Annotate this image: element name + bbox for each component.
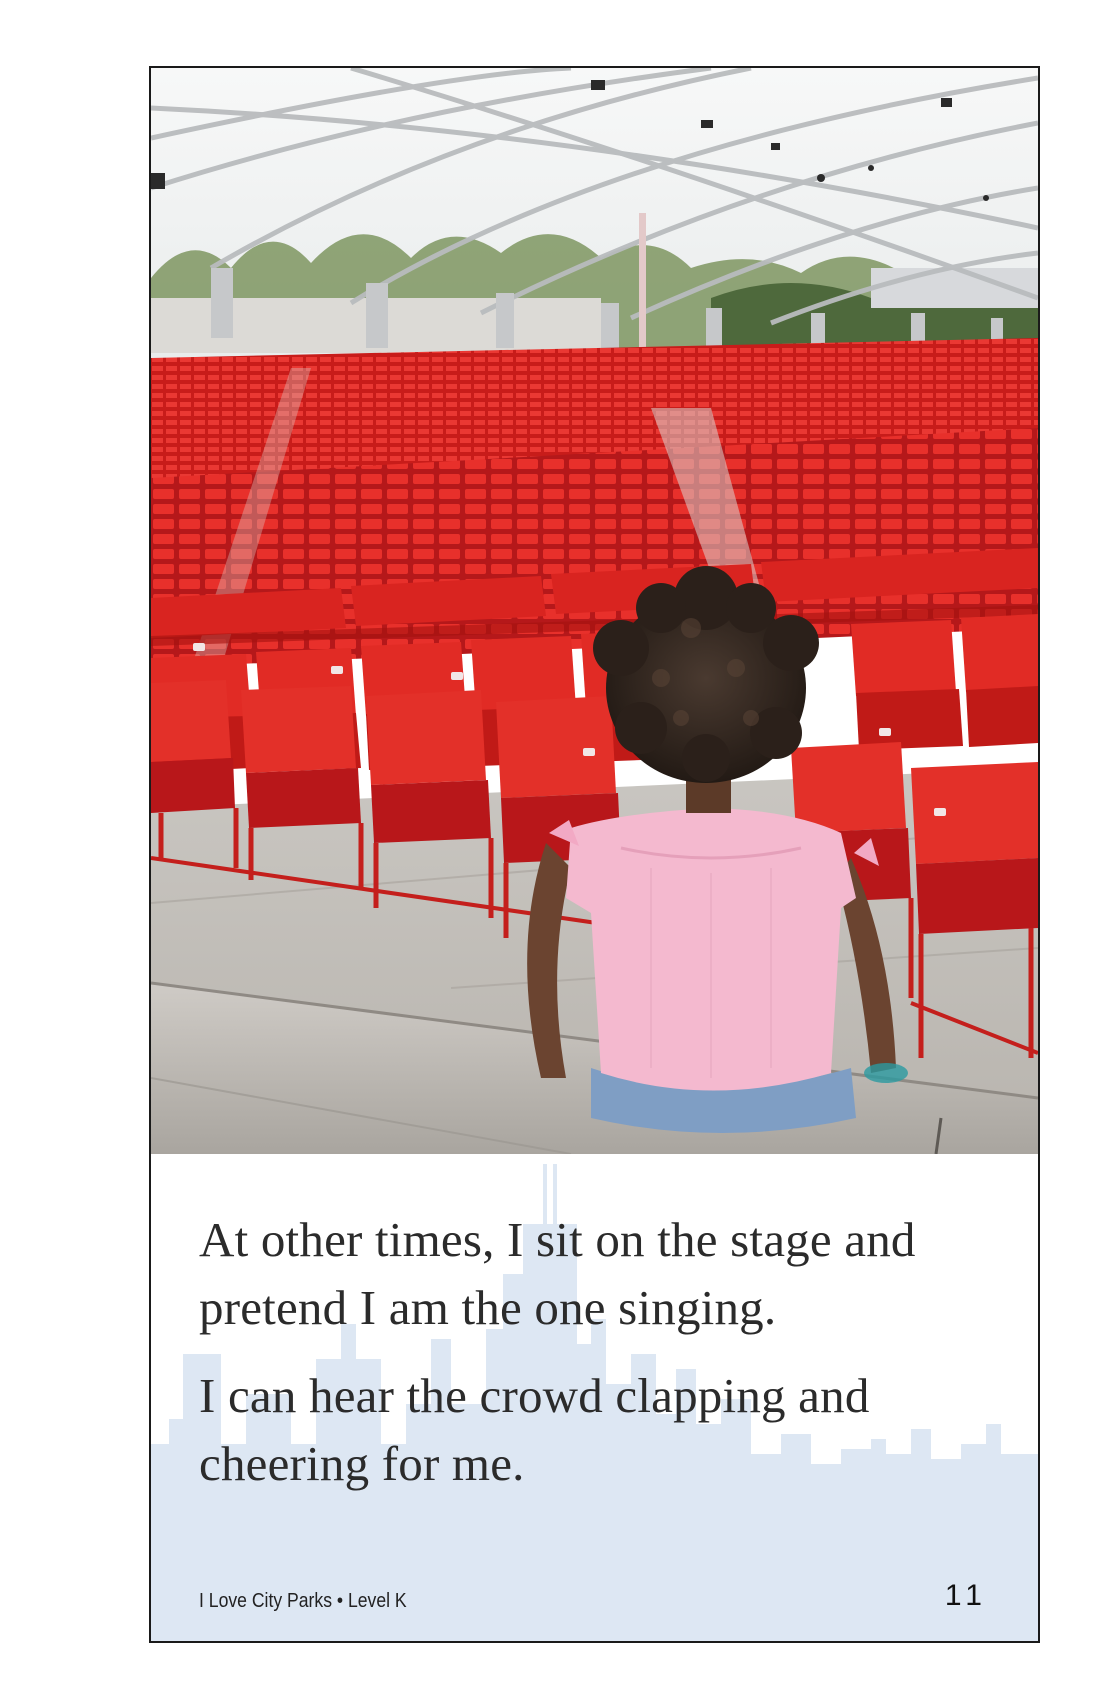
book-page: At other times, I sit on the stage and p… xyxy=(149,66,1040,1643)
text-panel: At other times, I sit on the stage and p… xyxy=(151,1154,1038,1641)
story-text: At other times, I sit on the stage and p… xyxy=(199,1206,999,1518)
pavilion-photo xyxy=(151,68,1038,1154)
page-number: 11 xyxy=(944,1579,988,1612)
book-title-footer: I Love City Parks • Level K xyxy=(199,1590,407,1612)
story-paragraph-2: I can hear the crowd clapping and cheeri… xyxy=(199,1368,870,1491)
story-paragraph-1: At other times, I sit on the stage and p… xyxy=(199,1212,916,1335)
